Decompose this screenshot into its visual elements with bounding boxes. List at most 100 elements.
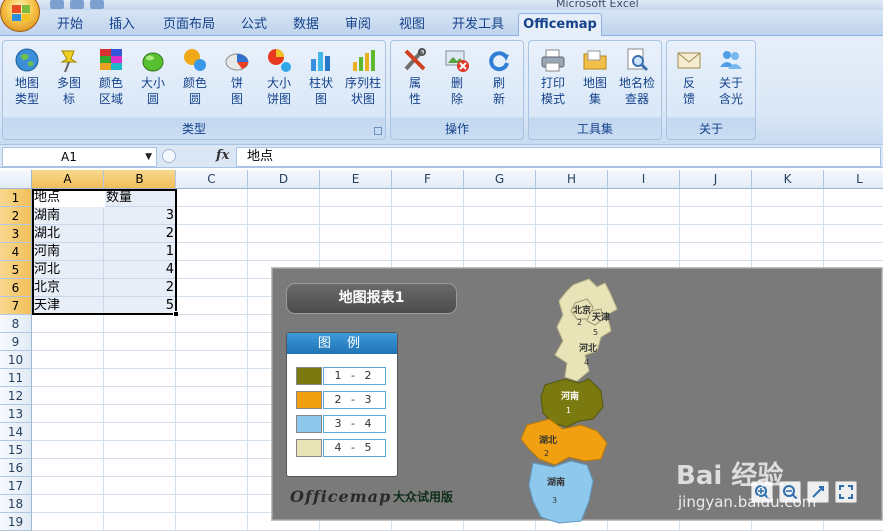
pie-button[interactable]: 饼 图 — [217, 47, 257, 119]
row-header[interactable]: 17 — [0, 477, 32, 495]
label-hunan: 湖南 — [547, 476, 565, 488]
feedback-button[interactable]: 反 馈 — [669, 47, 709, 119]
column-header[interactable]: F — [392, 170, 464, 189]
row-header[interactable]: 15 — [0, 441, 32, 459]
label-henan: 河南 — [561, 390, 579, 402]
save-icon[interactable] — [50, 0, 64, 9]
formula-input[interactable]: 地点 — [236, 147, 881, 167]
dialog-launcher-icon[interactable] — [374, 127, 382, 135]
cell[interactable]: 地点 — [32, 189, 104, 207]
series-bar-button[interactable]: 序列柱 状图 — [343, 47, 383, 119]
chevron-down-icon[interactable]: ▼ — [145, 148, 152, 166]
title-bar: Microsoft Excel — [0, 0, 883, 10]
row-header[interactable]: 16 — [0, 459, 32, 477]
tools-icon — [402, 47, 428, 73]
column-header[interactable]: E — [320, 170, 392, 189]
column-header[interactable]: J — [680, 170, 752, 189]
tab-formulas[interactable]: 公式 — [232, 14, 276, 36]
row-header[interactable]: 19 — [0, 513, 32, 531]
about-hanguang-button[interactable]: 关于 含光 — [711, 47, 751, 119]
legend-item: 3 - 4 — [296, 415, 389, 433]
value-hebei: 4 — [584, 358, 589, 367]
column-header[interactable]: B — [104, 170, 176, 189]
size-circle-button[interactable]: 大小 圆 — [133, 47, 173, 119]
insert-function-button[interactable]: fx — [216, 148, 229, 163]
value-tianjin: 5 — [593, 328, 598, 337]
tab-developer[interactable]: 开发工具 — [444, 14, 512, 36]
atlas-button[interactable]: 地图 集 — [575, 47, 615, 119]
province-map: 北京 2 天津 5 河北 4 河南 1 湖北 2 湖南 3 — [520, 278, 618, 524]
column-header[interactable]: C — [176, 170, 248, 189]
place-name-checker-button[interactable]: 地名检 查器 — [617, 47, 657, 119]
row-header[interactable]: 10 — [0, 351, 32, 369]
cell[interactable]: 3 — [104, 207, 176, 225]
cell[interactable]: 4 — [104, 261, 176, 279]
group-label-type: 类型 — [181, 122, 206, 136]
color-region-button[interactable]: 颜色 区域 — [91, 47, 131, 119]
cell[interactable]: 2 — [104, 279, 176, 297]
map-type-button[interactable]: 地图 类型 — [7, 47, 47, 119]
undo-icon[interactable] — [70, 0, 84, 9]
row-header[interactable]: 11 — [0, 369, 32, 387]
cell[interactable]: 湖北 — [32, 225, 104, 243]
zoom-in-icon[interactable] — [751, 481, 773, 503]
bar-chart-button[interactable]: 柱状 图 — [301, 47, 341, 119]
row-header[interactable]: 12 — [0, 387, 32, 405]
multi-marker-button[interactable]: 多图 标 — [49, 47, 89, 119]
row-header[interactable]: 8 — [0, 315, 32, 333]
cell[interactable]: 数量 — [104, 189, 176, 207]
cell[interactable]: 2 — [104, 225, 176, 243]
fullscreen-icon[interactable] — [835, 481, 857, 503]
print-mode-button[interactable]: 打印 模式 — [533, 47, 573, 119]
column-header[interactable]: I — [608, 170, 680, 189]
properties-button[interactable]: 属 性 — [395, 47, 435, 119]
row-header[interactable]: 7 — [0, 297, 32, 315]
row-header[interactable]: 6 — [0, 279, 32, 297]
tab-officemap[interactable]: Officemap — [518, 13, 602, 37]
select-all-corner[interactable] — [0, 170, 32, 189]
cell[interactable]: 河北 — [32, 261, 104, 279]
tab-home[interactable]: 开始 — [48, 14, 92, 36]
color-grid-icon — [98, 47, 124, 73]
cell[interactable]: 河南 — [32, 243, 104, 261]
map-chart[interactable]: 地图报表1 图 例 1 - 2 2 - 3 3 - 4 4 - 5 北京 2 天津 5… — [271, 267, 883, 524]
column-header[interactable]: L — [824, 170, 883, 189]
row-header[interactable]: 5 — [0, 261, 32, 279]
users-icon — [718, 47, 744, 73]
cancel-circle-icon[interactable] — [162, 149, 176, 163]
row-header[interactable]: 1 — [0, 189, 32, 207]
color-circle-button[interactable]: 颜色 圆 — [175, 47, 215, 119]
row-header[interactable]: 13 — [0, 405, 32, 423]
column-header[interactable]: A — [32, 170, 104, 189]
green-circle-icon — [140, 47, 166, 73]
row-header[interactable]: 4 — [0, 243, 32, 261]
tab-page-layout[interactable]: 页面布局 — [155, 14, 223, 36]
row-header[interactable]: 2 — [0, 207, 32, 225]
tab-insert[interactable]: 插入 — [100, 14, 144, 36]
name-box[interactable]: A1 ▼ — [2, 147, 157, 167]
column-header[interactable]: K — [752, 170, 824, 189]
tab-review[interactable]: 审阅 — [336, 14, 380, 36]
column-header[interactable]: D — [248, 170, 320, 189]
row-header[interactable]: 9 — [0, 333, 32, 351]
tab-data[interactable]: 数据 — [284, 14, 328, 36]
zoom-out-icon[interactable] — [779, 481, 801, 503]
tab-view[interactable]: 视图 — [390, 14, 434, 36]
column-header[interactable]: G — [464, 170, 536, 189]
pan-icon[interactable] — [807, 481, 829, 503]
column-header[interactable]: H — [536, 170, 608, 189]
redo-icon[interactable] — [90, 0, 104, 9]
label-beijing: 北京 — [573, 304, 591, 316]
row-header[interactable]: 14 — [0, 423, 32, 441]
refresh-button[interactable]: 刷 新 — [479, 47, 519, 119]
cell[interactable]: 天津 — [32, 297, 104, 315]
size-pie-button[interactable]: 大小 饼图 — [259, 47, 299, 119]
row-header[interactable]: 3 — [0, 225, 32, 243]
cell[interactable]: 1 — [104, 243, 176, 261]
cell[interactable]: 湖南 — [32, 207, 104, 225]
cell[interactable]: 5 — [104, 297, 176, 315]
cell[interactable]: 北京 — [32, 279, 104, 297]
delete-button[interactable]: 删 除 — [437, 47, 477, 119]
function-area: fx — [160, 147, 233, 167]
row-header[interactable]: 18 — [0, 495, 32, 513]
